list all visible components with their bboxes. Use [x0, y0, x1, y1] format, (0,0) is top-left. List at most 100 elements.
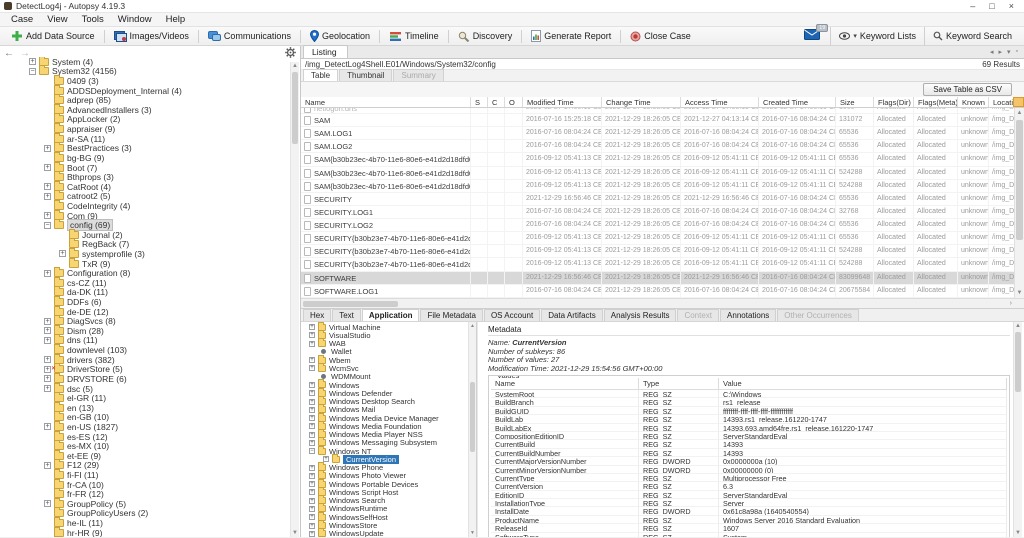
- tree-item-driverstore-5[interactable]: +DriverStore (5): [8, 365, 300, 375]
- column-header-c[interactable]: C: [488, 97, 505, 107]
- expand-icon[interactable]: +: [309, 465, 315, 471]
- tree-item-dsc-5[interactable]: +dsc (5): [8, 384, 300, 394]
- value-row[interactable]: ProductNameREG_SZWindows Server 2016 Sta…: [491, 516, 1007, 524]
- viewer-tab-file-metadata[interactable]: File Metadata: [420, 309, 482, 321]
- view-tab-table[interactable]: Table: [303, 69, 338, 81]
- tree-item-dns-11[interactable]: +dns (11): [8, 336, 300, 346]
- expand-icon[interactable]: +: [44, 337, 51, 344]
- expand-icon[interactable]: +: [309, 531, 315, 537]
- value-row[interactable]: CompositionEditionIDREG_SZServerStandard…: [491, 432, 1007, 440]
- tree-item-fr-fr-12[interactable]: fr-FR (12): [8, 489, 300, 499]
- expand-icon[interactable]: +: [309, 357, 315, 363]
- tree-item-da-dk-11[interactable]: da-DK (11): [8, 288, 300, 298]
- table-row[interactable]: SAM{b30b23ec-4b70-11e6-80e6-e41d2d18dfd0…: [301, 180, 1024, 193]
- tree-item-en-gb-10[interactable]: en-GB (10): [8, 413, 300, 423]
- column-header-created-time[interactable]: Created Time: [759, 97, 836, 107]
- table-row[interactable]: SAM.LOG12016-07-16 08:04:24 CEST2021-12-…: [301, 127, 1024, 140]
- metadata-scrollbar[interactable]: ▲ ▼: [1013, 322, 1022, 537]
- tree-item-f12-29[interactable]: +F12 (29): [8, 461, 300, 471]
- column-header-name[interactable]: Name: [301, 97, 471, 107]
- tree-item-applocker-2[interactable]: AppLocker (2): [8, 115, 300, 125]
- collapse-icon[interactable]: −: [29, 68, 36, 75]
- viewer-tab-os-account[interactable]: OS Account: [484, 309, 540, 321]
- expand-icon[interactable]: +: [309, 473, 315, 479]
- table-row[interactable]: SAM{b30b23ec-4b70-11e6-80e6-e41d2d18dfd0…: [301, 153, 1024, 166]
- view-tab-thumbnail[interactable]: Thumbnail: [339, 69, 392, 81]
- tree-item-configuration-8[interactable]: +Configuration (8): [8, 268, 300, 278]
- tree-item-system-4[interactable]: +System (4): [8, 57, 300, 67]
- tree-item-regback-7[interactable]: RegBack (7): [8, 240, 300, 250]
- value-row[interactable]: InstallationTypeREG_SZServer: [491, 499, 1007, 507]
- expand-icon[interactable]: +: [309, 440, 315, 446]
- tree-item-appraiser-9[interactable]: appraiser (9): [8, 124, 300, 134]
- expand-icon[interactable]: +: [309, 514, 315, 520]
- column-header-access-time[interactable]: Access Time: [681, 97, 759, 107]
- table-vertical-scrollbar[interactable]: ▲ ▼: [1014, 108, 1024, 298]
- registry-tree-scrollbar[interactable]: ▲ ▼: [468, 322, 476, 537]
- menu-view[interactable]: View: [40, 14, 74, 25]
- expand-icon[interactable]: +: [309, 324, 315, 330]
- tree-item-el-gr-11[interactable]: el-GR (11): [8, 393, 300, 403]
- expand-icon[interactable]: +: [309, 382, 315, 388]
- value-row[interactable]: CurrentMinorVersionNumberREG_DWORD0x0000…: [491, 466, 1007, 474]
- table-row[interactable]: SECURITY.LOG12016-07-16 08:04:24 CEST202…: [301, 206, 1024, 219]
- tree-item-diagsvcs-8[interactable]: +DiagSvcs (8): [8, 316, 300, 326]
- viewer-tab-analysis-results[interactable]: Analysis Results: [604, 309, 677, 321]
- expand-icon[interactable]: +: [44, 366, 51, 373]
- tree-item-drivers-382[interactable]: +drivers (382): [8, 355, 300, 365]
- discovery-button[interactable]: Discovery: [451, 29, 520, 44]
- tree-item-systemprofile-3[interactable]: +systemprofile (3): [8, 249, 300, 259]
- tree-item-es-es-12[interactable]: es-ES (12): [8, 432, 300, 442]
- column-header-flags-dir[interactable]: Flags(Dir): [874, 97, 914, 107]
- expand-icon[interactable]: +: [59, 250, 66, 257]
- value-row[interactable]: CurrentBuildNumberREG_SZ14393: [491, 449, 1007, 457]
- tree-item-com-9[interactable]: +Com (9): [8, 211, 300, 221]
- expand-icon[interactable]: +: [309, 390, 315, 396]
- table-row[interactable]: SAM2016-07-16 15:25:18 CEST2021-12-29 18…: [301, 114, 1024, 127]
- tree-item-txr-9[interactable]: TxR (9): [8, 259, 300, 269]
- collapse-icon[interactable]: −: [309, 448, 315, 454]
- expand-icon[interactable]: +: [309, 423, 315, 429]
- table-row[interactable]: SECURITY2021-12-29 16:56:46 CET2021-12-2…: [301, 193, 1024, 206]
- table-row[interactable]: SECURITY{b30b23e7-4b70-11e6-80e6-e41d2d1…: [301, 258, 1024, 271]
- column-header-known[interactable]: Known: [958, 97, 989, 107]
- tree-item-codeintegrity-4[interactable]: CodeIntegrity (4): [8, 201, 300, 211]
- expand-icon[interactable]: +: [44, 500, 51, 507]
- tree-item-grouppolicy-5[interactable]: +GroupPolicy (5): [8, 499, 300, 509]
- value-row[interactable]: SystemRootREG_SZC:\Windows: [491, 390, 1007, 398]
- viewer-tab-text[interactable]: Text: [332, 309, 361, 321]
- values-column-value[interactable]: Value: [719, 378, 1007, 389]
- expand-icon[interactable]: +: [309, 506, 315, 512]
- tree-item-bthprops-3[interactable]: Bthprops (3): [8, 172, 300, 182]
- geolocation-button[interactable]: Geolocation: [303, 28, 377, 44]
- value-row[interactable]: CurrentBuildREG_SZ14393: [491, 440, 1007, 448]
- tree-item-hr-hr-9[interactable]: hr-HR (9): [8, 528, 300, 537]
- expand-icon[interactable]: +: [44, 356, 51, 363]
- expand-icon[interactable]: +: [309, 341, 315, 347]
- tab-maximize-icon[interactable]: ▫: [1016, 48, 1018, 56]
- images-videos-button[interactable]: Images/Videos: [107, 29, 196, 44]
- tree-item-de-de-12[interactable]: de-DE (12): [8, 307, 300, 317]
- expand-icon[interactable]: +: [44, 318, 51, 325]
- expand-icon[interactable]: +: [44, 212, 51, 219]
- tree-item-es-mx-10[interactable]: es-MX (10): [8, 441, 300, 451]
- expand-icon[interactable]: +: [44, 193, 51, 200]
- tab-scroll-left-icon[interactable]: ◂: [990, 48, 994, 56]
- tree-item-he-il-11[interactable]: he-IL (11): [8, 518, 300, 528]
- value-row[interactable]: EditionIDREG_SZServerStandardEval: [491, 491, 1007, 499]
- table-row[interactable]: SECURITY.LOG22016-07-16 08:04:24 CEST202…: [301, 219, 1024, 232]
- value-row[interactable]: BuildLabExREG_SZ14393.693.amd64fre.rs1_r…: [491, 424, 1007, 432]
- expand-icon[interactable]: +: [309, 523, 315, 529]
- value-row[interactable]: InstallDateREG_DWORD0x61c8a98a (16405405…: [491, 507, 1007, 515]
- close-case-button[interactable]: Close Case: [623, 29, 698, 44]
- expand-icon[interactable]: +: [29, 58, 36, 65]
- tree-item-ddfs-6[interactable]: DDFs (6): [8, 297, 300, 307]
- expand-icon[interactable]: +: [44, 145, 51, 152]
- maximize-button[interactable]: □: [989, 1, 994, 11]
- keyword-search-button[interactable]: Keyword Search: [924, 27, 1020, 46]
- menu-help[interactable]: Help: [159, 14, 193, 25]
- value-row[interactable]: CurrentTypeREG_SZMultiprocessor Free: [491, 474, 1007, 482]
- table-row[interactable]: SOFTWARE.LOG12016-07-16 08:04:24 CEST202…: [301, 285, 1024, 298]
- expand-icon[interactable]: +: [44, 423, 51, 430]
- tree-item-windowsupdate[interactable]: +WindowsUpdate: [305, 530, 476, 537]
